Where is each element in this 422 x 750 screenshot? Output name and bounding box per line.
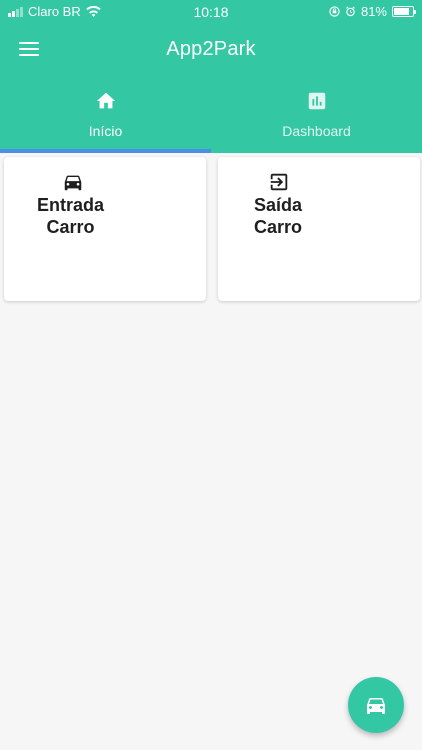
alarm-icon — [346, 6, 355, 17]
add-car-fab[interactable] — [348, 677, 404, 733]
tab-label-dashboard: Dashboard — [282, 123, 351, 139]
home-icon — [96, 92, 115, 109]
status-bar: Claro BR 10:18 81% — [0, 0, 422, 22]
app-bar: App2Park — [0, 26, 422, 72]
saida-carro-card[interactable]: Saída Carro — [218, 157, 420, 301]
battery-fill — [394, 8, 409, 15]
saida-carro-label: Saída Carro — [254, 194, 302, 238]
saida-line2: Carro — [254, 217, 303, 237]
login-exit-icon — [270, 173, 288, 191]
tab-indicator — [0, 149, 211, 153]
tab-bar: Início Dashboard — [0, 85, 422, 153]
top-app-bar: Claro BR 10:18 81% App2Park Início Dashb… — [0, 0, 422, 153]
entrada-carro-card[interactable]: Entrada Carro — [4, 157, 206, 301]
battery-percent: 81% — [360, 4, 387, 19]
lock-rotation-icon — [329, 6, 340, 17]
entrada-carro-label: Entrada Carro — [37, 194, 104, 238]
entrada-line1: Entrada — [37, 195, 105, 215]
car-icon — [64, 175, 82, 191]
battery-icon — [392, 6, 416, 17]
saida-line1: Saída — [254, 195, 303, 215]
tab-dashboard[interactable]: Dashboard — [211, 85, 422, 153]
bar-chart-icon — [308, 92, 325, 110]
status-right: 81% — [329, 4, 416, 19]
tab-inicio[interactable]: Início — [0, 85, 211, 153]
app-title: App2Park — [166, 38, 256, 60]
car-icon — [367, 698, 385, 714]
entrada-line2: Carro — [46, 217, 95, 237]
tab-label-inicio: Início — [88, 123, 123, 139]
